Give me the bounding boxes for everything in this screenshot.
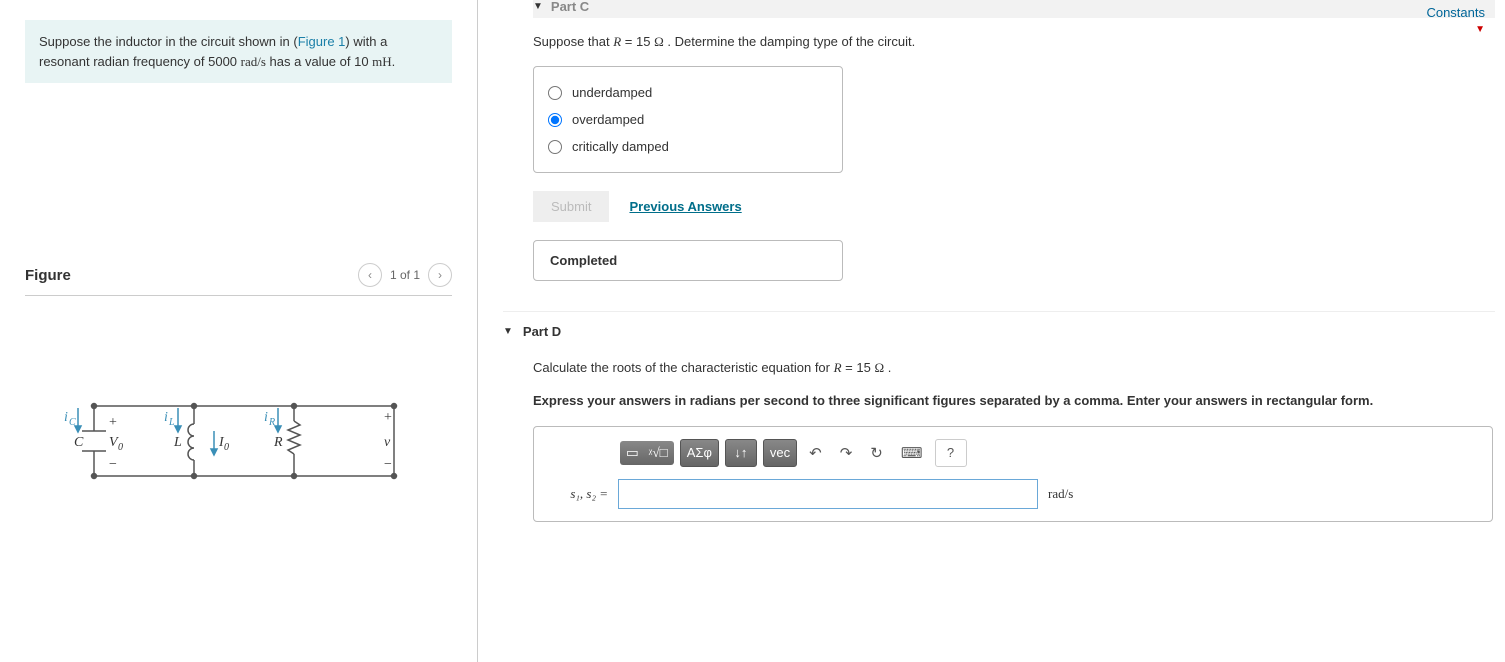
answer-unit: rad/s <box>1048 486 1073 502</box>
svg-text:+: + <box>109 415 117 430</box>
option-underdamped[interactable]: underdamped <box>548 79 828 106</box>
svg-text:L: L <box>173 435 182 450</box>
circuit-figure: iC iL iR C + V0 − L I0 R + v − <box>25 386 452 496</box>
answer-label: s₁, s₂ = <box>548 486 608 502</box>
previous-answers-link[interactable]: Previous Answers <box>629 199 741 214</box>
answer-box: ▭ ᵡ√□ ΑΣφ ↓↑ vec ↶ ↷ ↻ ⌨ ? s₁, s₂ = rad/… <box>533 426 1493 522</box>
part-d-title: Part D <box>523 324 561 339</box>
vec-tool[interactable]: vec <box>763 439 797 467</box>
reset-icon[interactable]: ↻ <box>864 440 889 466</box>
svg-text:C: C <box>69 417 76 428</box>
greek-tool[interactable]: ΑΣφ <box>680 439 719 467</box>
keyboard-icon[interactable]: ⌨ <box>895 440 929 466</box>
figure-title: Figure <box>25 267 71 284</box>
svg-text:i: i <box>164 410 168 425</box>
figure-next-button[interactable]: › <box>428 263 452 287</box>
svg-text:L: L <box>168 417 175 428</box>
completed-status: Completed <box>533 240 843 281</box>
updown-tool[interactable]: ↓↑ <box>725 439 757 467</box>
radio-critically-damped[interactable] <box>548 140 562 154</box>
svg-text:−: − <box>384 457 392 472</box>
help-icon[interactable]: ? <box>935 439 967 467</box>
svg-text:0: 0 <box>118 442 123 453</box>
answer-input[interactable] <box>618 479 1038 509</box>
svg-text:+: + <box>384 410 392 425</box>
radio-overdamped[interactable] <box>548 113 562 127</box>
radio-underdamped[interactable] <box>548 86 562 100</box>
part-d-question: Calculate the roots of the characteristi… <box>533 359 1495 377</box>
svg-text:R: R <box>273 435 283 450</box>
svg-text:v: v <box>384 435 391 450</box>
svg-text:0: 0 <box>224 442 229 453</box>
problem-statement: Suppose the inductor in the circuit show… <box>25 20 452 83</box>
svg-text:i: i <box>64 410 68 425</box>
option-overdamped[interactable]: overdamped <box>548 106 828 133</box>
sqrt-icon[interactable]: ᵡ√□ <box>645 443 672 463</box>
submit-button[interactable]: Submit <box>533 191 609 222</box>
svg-text:C: C <box>74 435 84 450</box>
problem-text: Suppose the inductor in the circuit show… <box>39 34 298 49</box>
options-box: underdamped overdamped critically damped <box>533 66 843 173</box>
figure-link[interactable]: Figure 1 <box>298 34 346 49</box>
constants-link[interactable]: Constants▼ <box>1426 5 1485 35</box>
rect-icon[interactable]: ▭ <box>622 443 643 463</box>
part-c-title: Part C <box>551 0 589 14</box>
option-critically-damped[interactable]: critically damped <box>548 133 828 160</box>
part-c-question: Suppose that R = 15 Ω . Determine the da… <box>533 33 1495 51</box>
svg-text:i: i <box>264 410 268 425</box>
undo-icon[interactable]: ↶ <box>803 440 828 466</box>
redo-icon[interactable]: ↷ <box>834 440 859 466</box>
collapse-icon[interactable]: ▼ <box>503 326 513 337</box>
svg-text:−: − <box>109 457 117 472</box>
collapse-icon[interactable]: ▼ <box>533 1 543 12</box>
template-tool-group[interactable]: ▭ ᵡ√□ <box>620 441 674 465</box>
svg-text:R: R <box>268 417 275 428</box>
part-d-instruction: Express your answers in radians per seco… <box>533 392 1495 410</box>
figure-prev-button[interactable]: ‹ <box>358 263 382 287</box>
figure-counter: 1 of 1 <box>390 268 420 282</box>
